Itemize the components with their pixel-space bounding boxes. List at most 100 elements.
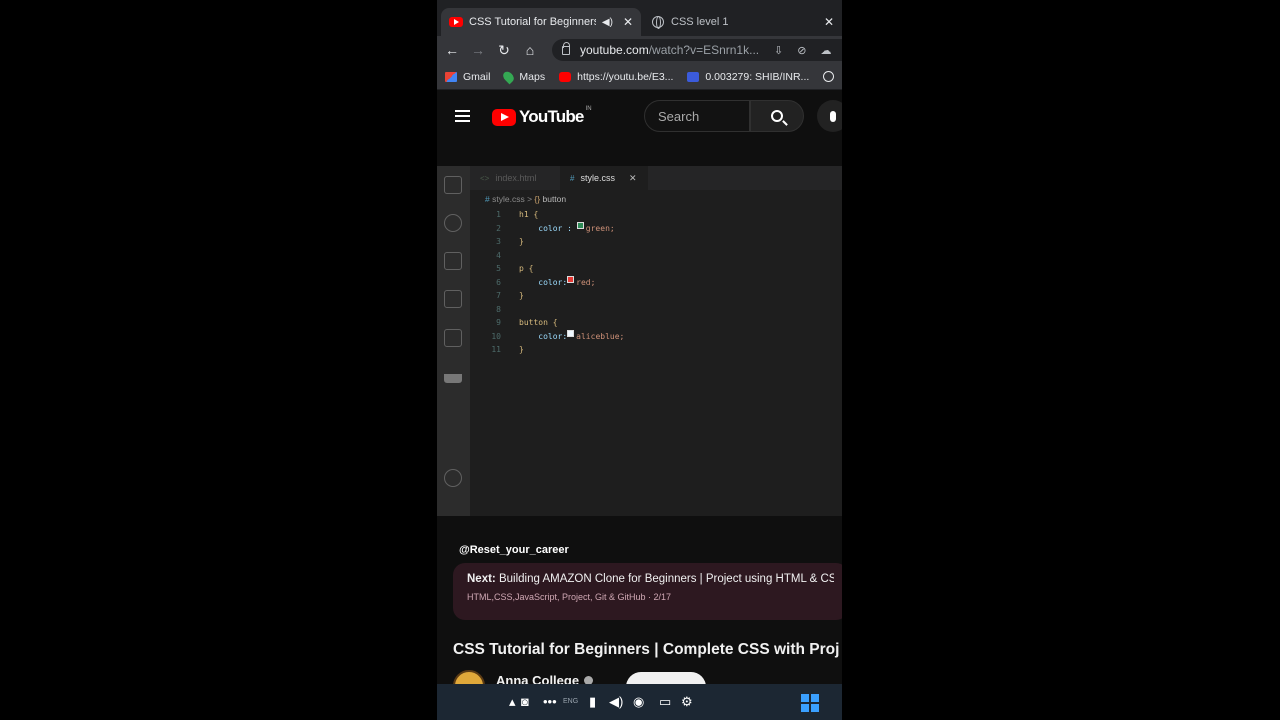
code-text: color: [519, 331, 568, 341]
code-line: 9 button { [485, 316, 624, 330]
color-swatch [567, 329, 575, 337]
tab-title: CSS level 1 [671, 16, 729, 28]
editor-tab-style: # style.css ✕ [560, 166, 648, 190]
browser-tabstrip: CSS Tutorial for Beginners | C ◀) ✕ CSS … [437, 0, 842, 36]
search-icon [444, 214, 462, 232]
back-icon[interactable]: ← [439, 37, 465, 63]
creator-handle: @Reset_your_career [459, 544, 569, 556]
css-file-icon: # [485, 194, 490, 204]
code-line: 10 color: aliceblue; [485, 329, 625, 344]
line-number: 9 [496, 318, 501, 327]
globe-icon [651, 15, 665, 29]
css-file-icon: # [570, 173, 575, 183]
video-title: CSS Tutorial for Beginners | Complete CS… [453, 641, 840, 658]
reload-icon[interactable]: ↻ [491, 37, 517, 63]
line-number: 6 [496, 277, 501, 287]
chart-icon [444, 369, 462, 383]
menu-icon[interactable] [455, 110, 470, 122]
video-player[interactable]: <> index.html # style.css ✕ # style.css … [437, 166, 842, 516]
extensions-icon [444, 329, 462, 347]
bookmark-shib[interactable]: 0.003279: SHIB/INR... [687, 71, 809, 83]
volume-icon[interactable]: ◀) [609, 694, 623, 710]
source-control-icon [444, 252, 462, 270]
youtube-icon [559, 71, 572, 82]
forward-icon[interactable]: → [465, 37, 491, 63]
editor-tabs: <> index.html # style.css ✕ [470, 166, 842, 190]
next-video-card[interactable]: Next: Building AMAZON Clone for Beginner… [453, 563, 842, 620]
code-editor: 1 h1 {2 color : green; 3} 4 5 p { 6 color: red;… [485, 208, 624, 357]
address-bar[interactable]: youtube.com/watch?v=ESnrn1k... ⇩ ⊘ ☁ [552, 39, 842, 61]
bookmark-youtube[interactable]: https://youtu.be/E3... [559, 71, 673, 83]
more-icon[interactable]: ••• [543, 694, 557, 710]
next-video-title: Next: Building AMAZON Clone for Beginner… [467, 573, 834, 585]
search-button[interactable] [750, 100, 804, 132]
bookmark-gmail[interactable]: Gmail [445, 71, 490, 83]
line-number: 1 [496, 210, 501, 219]
code-line: 1 h1 { [485, 208, 624, 222]
windows-taskbar: ▴ ◙ ••• ENG ▮ ◀) ◉ ▭ ⚙ [437, 684, 842, 720]
channel-name[interactable]: Anna College [496, 673, 594, 684]
line-number: 2 [496, 223, 501, 233]
chart-icon [687, 71, 700, 82]
windows-start-icon[interactable] [801, 694, 819, 712]
close-icon: ✕ [628, 172, 637, 183]
channel-avatar[interactable] [453, 670, 485, 684]
code-line: 11} [485, 343, 624, 357]
line-number: 4 [496, 250, 501, 260]
line-number: 10 [491, 331, 501, 341]
line-number: 3 [496, 237, 501, 246]
subscribe-button[interactable] [626, 672, 706, 684]
language-indicator: ENG [563, 698, 579, 705]
code-line: 4 [485, 249, 624, 263]
close-tab-icon[interactable]: ✕ [824, 15, 834, 29]
url-text: youtube.com/watch?v=ESnrn1k... [580, 43, 760, 57]
code-text: } [519, 237, 524, 246]
explorer-icon [444, 176, 462, 194]
youtube-logo[interactable]: YouTube IN [492, 106, 592, 127]
cloud-icon[interactable]: ☁ [820, 44, 831, 57]
speaker-icon[interactable]: ◀) [602, 17, 613, 28]
code-text: p { [519, 264, 534, 273]
tab-css-tutorial[interactable]: CSS Tutorial for Beginners | C ◀) ✕ [441, 8, 641, 36]
globe-icon[interactable] [823, 71, 835, 82]
line-number: 7 [496, 291, 501, 300]
symbol-icon: {} [534, 194, 541, 204]
gmail-icon [445, 71, 457, 82]
youtube-icon [449, 15, 463, 29]
record-icon[interactable]: ◉ [633, 694, 644, 710]
code-line: 2 color : green; [485, 221, 624, 236]
voice-search-button[interactable] [817, 100, 842, 132]
editor-breadcrumb: # style.css > {} button [485, 194, 567, 204]
home-icon[interactable]: ⌂ [517, 37, 543, 63]
verified-icon [584, 676, 594, 684]
code-text: color: [519, 277, 568, 287]
code-line: 6 color: red; [485, 275, 624, 290]
code-value: red; [576, 277, 596, 287]
code-value: aliceblue; [576, 331, 625, 341]
line-number: 5 [496, 264, 501, 273]
camera-icon[interactable]: ◙ [521, 694, 529, 710]
install-icon[interactable]: ⇩ [774, 44, 783, 57]
html-file-icon: <> [480, 173, 490, 183]
eye-off-icon[interactable]: ⊘ [797, 44, 806, 57]
code-value: green; [585, 223, 615, 233]
code-text: } [519, 345, 524, 354]
gear-icon[interactable]: ⚙ [681, 694, 693, 710]
line-number: 8 [496, 304, 501, 314]
vscode-activity-bar [437, 166, 470, 516]
microphone-icon[interactable]: ▮ [589, 694, 596, 710]
person-icon[interactable]: ▴ [509, 694, 516, 710]
close-tab-icon[interactable]: ✕ [623, 15, 633, 29]
youtube-play-icon [492, 108, 516, 126]
code-line: 5 p { [485, 262, 624, 276]
bookmark-maps[interactable]: Maps [501, 69, 545, 84]
color-swatch [576, 221, 584, 229]
run-debug-icon [444, 290, 462, 308]
microphone-icon [830, 110, 836, 122]
window-icon[interactable]: ▭ [659, 694, 671, 710]
search-icon [771, 110, 783, 122]
search-input[interactable]: Search [644, 100, 750, 132]
editor-tab-index: <> index.html [480, 173, 537, 183]
tab-css-level-1[interactable]: CSS level 1 ✕ [643, 8, 842, 36]
tab-title: CSS Tutorial for Beginners | C [469, 16, 596, 28]
